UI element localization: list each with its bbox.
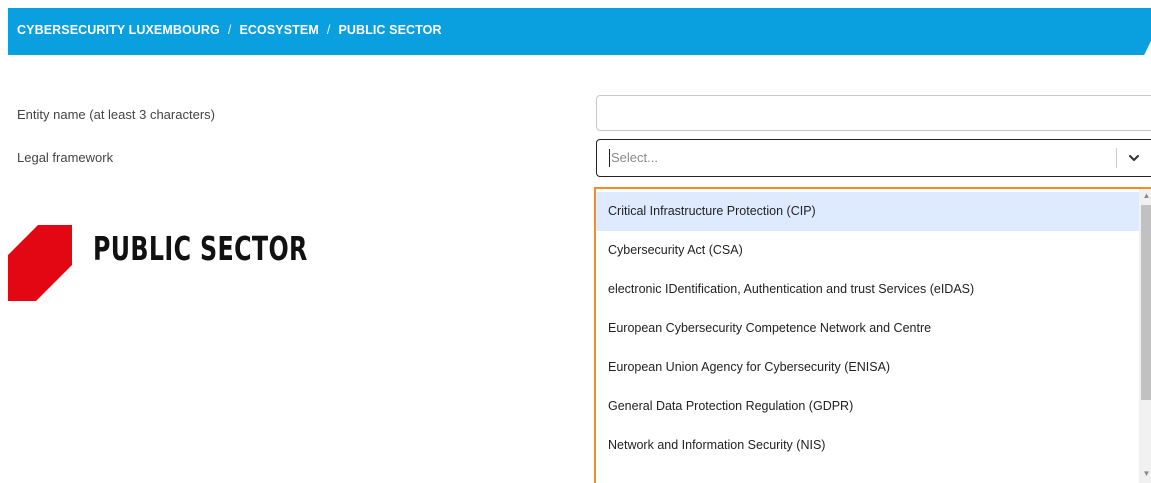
entity-name-label: Entity name (at least 3 characters) xyxy=(17,107,215,122)
breadcrumb-item-ecosystem[interactable]: ECOSYSTEM xyxy=(239,23,318,37)
legal-framework-select[interactable]: Select... xyxy=(596,139,1151,177)
breadcrumb-item-cybersecurity-luxembourg[interactable]: CYBERSECURITY LUXEMBOURG xyxy=(17,23,220,37)
legal-framework-placeholder: Select... xyxy=(611,150,658,165)
menu-option[interactable]: Network and Information Security (NIS) xyxy=(596,426,1139,465)
menu-option[interactable]: European Cybersecurity Competence Networ… xyxy=(596,309,1139,348)
breadcrumb-separator: / xyxy=(326,23,331,37)
menu-option[interactable]: Cybersecurity Act (CSA) xyxy=(596,231,1139,270)
chevron-down-icon[interactable] xyxy=(1127,151,1141,165)
breadcrumb-separator: / xyxy=(227,23,232,37)
select-indicator-separator xyxy=(1116,148,1117,168)
entity-name-input[interactable] xyxy=(596,95,1151,131)
legal-framework-label: Legal framework xyxy=(17,150,114,165)
scrollbar-thumb[interactable] xyxy=(1141,205,1151,400)
menu-option[interactable]: Critical Infrastructure Protection (CIP) xyxy=(596,192,1139,231)
breadcrumb: CYBERSECURITY LUXEMBOURG / ECOSYSTEM / PUBLI… xyxy=(17,23,442,37)
menu-option[interactable]: European Union Agency for Cybersecurity … xyxy=(596,348,1139,387)
public-sector-heading: PUBLIC SECTOR xyxy=(93,229,308,268)
legal-framework-menu: Critical Infrastructure Protection (CIP)… xyxy=(594,187,1151,483)
public-sector-logo-icon xyxy=(8,225,72,301)
menu-scrollbar[interactable]: ▲ ▼ xyxy=(1139,189,1151,483)
menu-option[interactable]: electronic IDentification, Authenticatio… xyxy=(596,270,1139,309)
text-cursor xyxy=(609,149,610,167)
menu-option[interactable]: General Data Protection Regulation (GDPR… xyxy=(596,387,1139,426)
breadcrumb-item-public-sector[interactable]: PUBLIC SECTOR xyxy=(338,23,441,37)
page: CYBERSECURITY LUXEMBOURG / ECOSYSTEM / PUBLI… xyxy=(0,0,1151,483)
scroll-down-arrow-icon[interactable]: ▼ xyxy=(1139,467,1151,481)
scroll-up-arrow-icon[interactable]: ▲ xyxy=(1139,189,1151,203)
